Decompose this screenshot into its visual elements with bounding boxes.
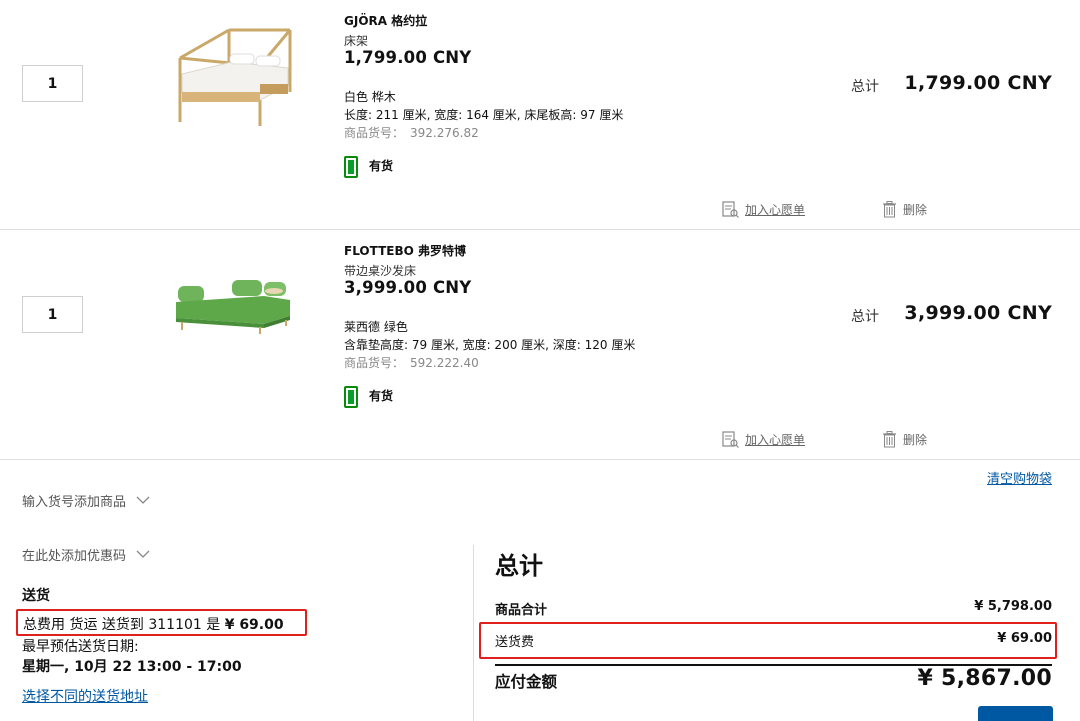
stock-battery-icon xyxy=(344,386,358,408)
change-address-link[interactable]: 选择不同的送货地址 xyxy=(22,686,148,706)
delivery-title: 送货 xyxy=(22,588,50,604)
article-value: 392.276.82 xyxy=(410,126,479,140)
item-total-label: 总计 xyxy=(851,309,879,325)
add-promo-label[interactable]: 在此处添加优惠码 xyxy=(22,545,126,564)
product-price: 1,799.00 CNY xyxy=(344,48,472,67)
wishlist-icon xyxy=(722,201,739,218)
delivery-fee-text: 总费用 货运 送货到 311101 是 ¥ 69.00 xyxy=(23,614,284,634)
checkout-button[interactable] xyxy=(978,706,1053,721)
summary-title: 总计 xyxy=(495,552,543,580)
product-name[interactable]: GJÖRA 格约拉 xyxy=(344,12,427,29)
trash-icon xyxy=(883,201,896,218)
grand-total-label: 应付金额 xyxy=(495,673,558,691)
product-color: 莱西德 绿色 xyxy=(344,320,408,334)
article-number: 商品货号： 392.276.82 xyxy=(344,124,479,141)
product-price: 3,999.00 CNY xyxy=(344,278,472,297)
quantity-input[interactable]: 1 xyxy=(22,296,83,333)
earliest-delivery-label: 最早预估送货日期: xyxy=(22,639,139,655)
wishlist-label[interactable]: 加入心愿单 xyxy=(745,431,805,448)
delivery-fee-description: 总费用 货运 送货到 311101 是 xyxy=(23,617,225,633)
stock-status: 有货 xyxy=(369,159,394,173)
article-label: 商品货号： xyxy=(344,356,405,370)
product-dimensions: 含靠垫高度: 79 厘米, 宽度: 200 厘米, 深度: 120 厘米 xyxy=(344,338,636,352)
article-number: 商品货号： 592.222.40 xyxy=(344,354,479,371)
chevron-down-icon xyxy=(136,496,150,504)
section-divider xyxy=(473,545,474,721)
delete-item-button[interactable]: 删除 xyxy=(882,431,927,448)
subtotal-value: ¥ 5,798.00 xyxy=(974,599,1052,614)
item-total-value: 1,799.00 CNY xyxy=(904,72,1052,94)
grand-total-value: ¥ 5,867.00 xyxy=(917,666,1052,691)
add-by-article-toggle[interactable]: 输入货号添加商品 xyxy=(22,491,150,510)
delete-item-button[interactable]: 删除 xyxy=(882,201,927,218)
product-color: 白色 桦木 xyxy=(344,90,396,104)
clear-cart-link[interactable]: 清空购物袋 xyxy=(987,468,1052,487)
add-to-wishlist-button[interactable]: 加入心愿单 xyxy=(722,431,805,448)
stock-battery-icon xyxy=(344,156,358,178)
delivery-cost-label: 送货费 xyxy=(495,635,535,650)
product-type: 床架 xyxy=(344,34,369,48)
add-promo-toggle[interactable]: 在此处添加优惠码 xyxy=(22,545,150,564)
delete-label[interactable]: 删除 xyxy=(903,431,927,448)
cart-item-gjora: 1 GJÖRA 格约拉 床架 1,799.00 CNY 白色 桦木 长度: 21… xyxy=(0,0,1080,230)
product-dimensions: 长度: 211 厘米, 宽度: 164 厘米, 床尾板高: 97 厘米 xyxy=(344,108,624,122)
delivery-fee-amount: ¥ 69.00 xyxy=(224,617,284,633)
wishlist-icon xyxy=(722,431,739,448)
stock-status: 有货 xyxy=(369,389,394,403)
article-value: 592.222.40 xyxy=(410,356,479,370)
subtotal-label: 商品合计 xyxy=(495,603,548,618)
item-total-value: 3,999.00 CNY xyxy=(904,302,1052,324)
delivery-cost-highlight xyxy=(479,622,1057,659)
product-type: 带边桌沙发床 xyxy=(344,264,417,278)
cart-item-flottebo: 1 FLOTTEBO 弗罗特博 带边桌沙发床 3,999.00 CNY 莱西德 … xyxy=(0,230,1080,460)
sofa-bed-image xyxy=(176,280,290,334)
add-by-article-label[interactable]: 输入货号添加商品 xyxy=(22,491,126,510)
chevron-down-icon xyxy=(136,550,150,558)
add-to-wishlist-button[interactable]: 加入心愿单 xyxy=(722,201,805,218)
bed-frame-image xyxy=(178,28,292,126)
delete-label[interactable]: 删除 xyxy=(903,201,927,218)
quantity-input[interactable]: 1 xyxy=(22,65,83,102)
earliest-delivery-date: 星期一, 10月 22 13:00 - 17:00 xyxy=(22,659,242,675)
trash-icon xyxy=(883,431,896,448)
product-name[interactable]: FLOTTEBO 弗罗特博 xyxy=(344,242,466,259)
delivery-cost-value: ¥ 69.00 xyxy=(997,631,1052,646)
wishlist-label[interactable]: 加入心愿单 xyxy=(745,201,805,218)
article-label: 商品货号： xyxy=(344,126,405,140)
item-total-label: 总计 xyxy=(851,79,879,95)
